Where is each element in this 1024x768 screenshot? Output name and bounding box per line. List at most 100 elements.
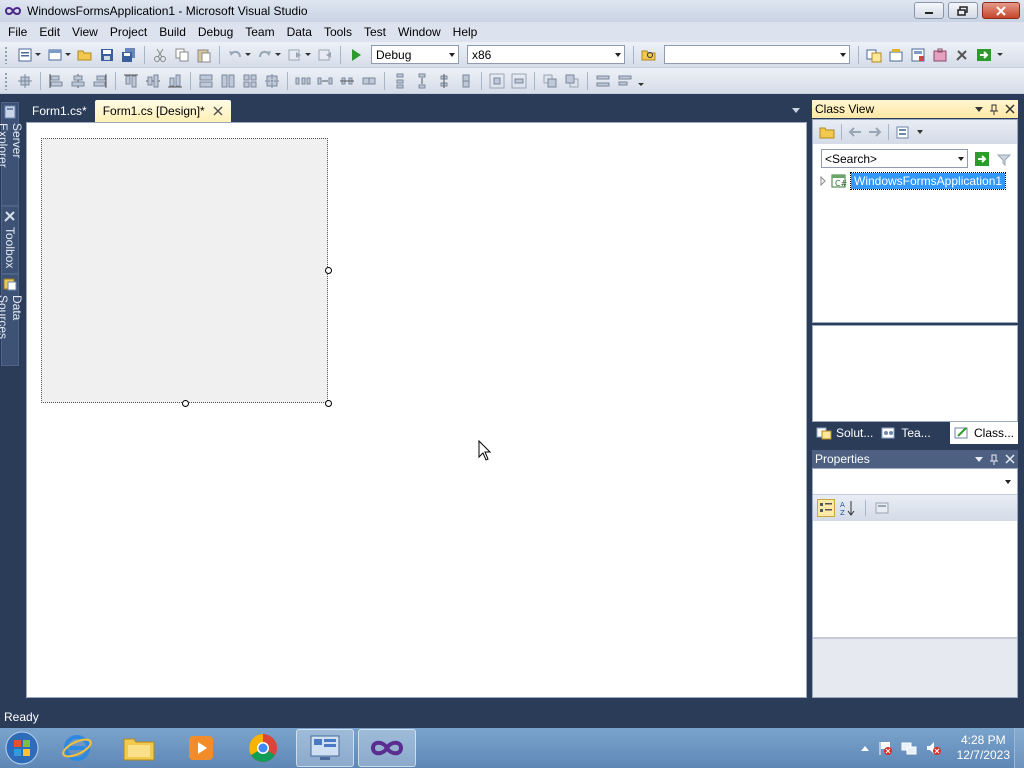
resize-handle-bottom[interactable]: [182, 400, 189, 407]
tab-form1-design[interactable]: Form1.cs [Design]*: [94, 100, 231, 122]
redo-icon[interactable]: [257, 47, 273, 63]
taskbar-file-explorer[interactable]: [110, 729, 168, 767]
search-go-icon[interactable]: [974, 151, 990, 167]
start-debugging-icon[interactable]: [348, 47, 364, 63]
network-icon[interactable]: [901, 740, 917, 756]
close-button[interactable]: [982, 2, 1020, 19]
clear-search-icon[interactable]: [996, 151, 1012, 167]
taskbar-internet-explorer[interactable]: [48, 729, 106, 767]
menu-edit[interactable]: Edit: [33, 22, 66, 42]
navigate-backward-dropdown-icon[interactable]: [305, 53, 311, 56]
close-icon[interactable]: [1005, 454, 1015, 464]
menu-team[interactable]: Team: [239, 22, 280, 42]
vertical-spacing-equal-icon[interactable]: [392, 73, 408, 89]
tab-team-explorer[interactable]: Tea...: [877, 422, 934, 444]
resize-handle-right[interactable]: [325, 267, 332, 274]
toolbar-grip[interactable]: [4, 45, 8, 64]
new-folder-icon[interactable]: [819, 125, 835, 139]
forward-arrow-icon[interactable]: [868, 126, 882, 138]
rail-tab-toolbox[interactable]: Toolbox: [1, 206, 19, 274]
tab-class-view[interactable]: Class...: [949, 422, 1018, 444]
rail-tab-data-sources[interactable]: Data Sources: [0, 274, 24, 366]
rail-tab-server-explorer[interactable]: Server Explorer: [0, 102, 24, 206]
toolbar-grip[interactable]: [4, 71, 8, 90]
window-position-icon[interactable]: [975, 456, 983, 462]
make-same-width-icon[interactable]: [198, 73, 214, 89]
taskbar-chrome[interactable]: [234, 729, 292, 767]
show-desktop-button[interactable]: [1014, 728, 1024, 768]
menu-build[interactable]: Build: [153, 22, 192, 42]
cut-icon[interactable]: [152, 47, 168, 63]
align-tops-icon[interactable]: [123, 73, 139, 89]
align-bottoms-icon[interactable]: [167, 73, 183, 89]
menu-project[interactable]: Project: [104, 22, 153, 42]
undo-icon[interactable]: [227, 47, 243, 63]
tab-order-icon[interactable]: [595, 73, 611, 89]
restore-button[interactable]: [948, 2, 978, 19]
pin-icon[interactable]: [989, 104, 999, 115]
paste-icon[interactable]: [196, 47, 212, 63]
close-tab-icon[interactable]: [213, 106, 223, 116]
menu-help[interactable]: Help: [447, 22, 484, 42]
menu-test[interactable]: Test: [358, 22, 392, 42]
menu-debug[interactable]: Debug: [192, 22, 239, 42]
solution-configuration-select[interactable]: Debug: [371, 45, 459, 64]
extension-manager-icon[interactable]: [954, 47, 970, 63]
copy-icon[interactable]: [174, 47, 190, 63]
decrease-horizontal-spacing-icon[interactable]: [339, 73, 355, 89]
tab-form1-code[interactable]: Form1.cs*: [24, 100, 95, 122]
solution-platform-select[interactable]: x86: [467, 45, 625, 64]
properties-window-icon[interactable]: [888, 47, 904, 63]
tree-item-project[interactable]: C# WindowsFormsApplication1: [819, 172, 1007, 190]
taskbar-remote-desktop[interactable]: [296, 729, 354, 767]
align-to-grid-icon[interactable]: [17, 73, 33, 89]
form1-design-canvas[interactable]: [41, 138, 332, 407]
settings-dropdown-icon[interactable]: [917, 130, 923, 134]
categorized-icon[interactable]: [817, 499, 835, 517]
toolbox-icon[interactable]: [932, 47, 948, 63]
properties-object-select[interactable]: [813, 469, 1017, 495]
save-icon[interactable]: [99, 47, 115, 63]
active-files-dropdown-icon[interactable]: [792, 108, 800, 113]
back-arrow-icon[interactable]: [848, 126, 862, 138]
start-page-icon[interactable]: [976, 47, 992, 63]
taskbar-media-player[interactable]: [172, 729, 230, 767]
find-combo[interactable]: [664, 45, 850, 64]
horizontal-spacing-equal-icon[interactable]: [295, 73, 311, 89]
close-icon[interactable]: [1005, 104, 1015, 114]
toolbar-options-icon[interactable]: [638, 83, 644, 86]
size-to-grid-icon[interactable]: [264, 73, 280, 89]
start-button[interactable]: [0, 728, 44, 768]
redo-dropdown-icon[interactable]: [275, 53, 281, 56]
open-file-icon[interactable]: [77, 47, 93, 63]
find-in-files-icon[interactable]: [641, 47, 657, 63]
center-horizontally-icon[interactable]: [489, 73, 505, 89]
make-same-height-icon[interactable]: [220, 73, 236, 89]
solution-explorer-icon[interactable]: [866, 47, 882, 63]
object-browser-icon[interactable]: [910, 47, 926, 63]
undo-dropdown-icon[interactable]: [245, 53, 251, 56]
designer-surface[interactable]: [26, 122, 807, 698]
menu-tools[interactable]: Tools: [318, 22, 358, 42]
new-project-icon[interactable]: [17, 47, 33, 63]
increase-vertical-spacing-icon[interactable]: [414, 73, 430, 89]
class-view-search-input[interactable]: <Search>: [821, 149, 968, 168]
clock[interactable]: 4:28 PM 12/7/2023: [957, 733, 1010, 763]
navigate-backward-icon[interactable]: [287, 47, 303, 63]
make-same-size-icon[interactable]: [242, 73, 258, 89]
navigate-forward-icon[interactable]: [317, 47, 333, 63]
taskbar-visual-studio[interactable]: [358, 729, 416, 767]
add-item-icon[interactable]: [47, 47, 63, 63]
expand-arrow-icon[interactable]: [819, 176, 827, 186]
menu-view[interactable]: View: [66, 22, 104, 42]
show-hidden-icons-icon[interactable]: [860, 745, 869, 751]
lock-controls-icon[interactable]: [617, 73, 633, 89]
align-centers-icon[interactable]: [70, 73, 86, 89]
class-view-settings-icon[interactable]: [895, 125, 911, 139]
send-to-back-icon[interactable]: [564, 73, 580, 89]
center-vertically-icon[interactable]: [511, 73, 527, 89]
add-item-dropdown-icon[interactable]: [65, 53, 71, 56]
align-lefts-icon[interactable]: [48, 73, 64, 89]
new-project-dropdown-icon[interactable]: [35, 53, 41, 56]
window-position-icon[interactable]: [975, 106, 983, 112]
